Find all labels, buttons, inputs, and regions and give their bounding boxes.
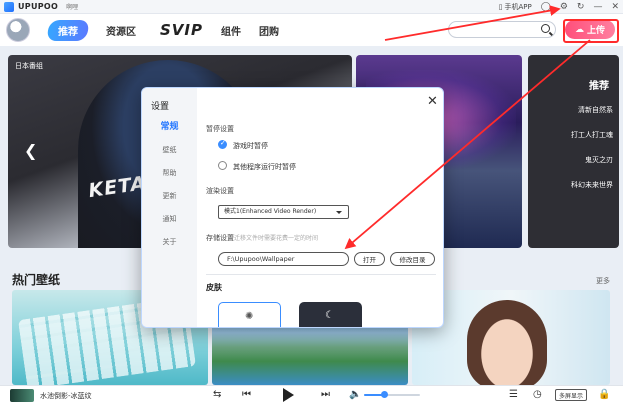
settings-nav-general[interactable]: 常规 bbox=[142, 119, 197, 132]
avatar[interactable] bbox=[6, 18, 30, 42]
banner-tag: 日本番组 bbox=[15, 62, 43, 70]
settings-gear-icon[interactable]: ⚙ bbox=[560, 0, 568, 14]
pause-on-game-label: 游戏时暂停 bbox=[233, 142, 268, 150]
settings-nav-update[interactable]: 更新 bbox=[142, 191, 197, 201]
clock-icon[interactable]: ◷ bbox=[533, 389, 542, 400]
search-icon[interactable] bbox=[541, 24, 550, 33]
now-playing-title: 水池倒影-冰蓝纹 bbox=[40, 392, 92, 400]
render-mode-select[interactable]: 模式1(Enhanced Video Render) bbox=[218, 205, 349, 219]
shuffle-icon[interactable]: ⇆ bbox=[213, 389, 221, 400]
pause-on-game-checkbox[interactable] bbox=[218, 139, 227, 149]
recommend-item[interactable]: 鬼灭之刃 bbox=[585, 155, 613, 165]
settings-nav-notify[interactable]: 通知 bbox=[142, 214, 197, 224]
pause-on-other-app-label: 其他程序运行时暂停 bbox=[233, 163, 296, 171]
recommend-item[interactable]: 科幻未来世界 bbox=[571, 180, 613, 190]
playlist-icon[interactable]: ☰ bbox=[509, 389, 518, 400]
settings-nav-about[interactable]: 关于 bbox=[142, 237, 197, 247]
settings-dialog: 设置 常规 壁纸 帮助 更新 通知 关于 ✕ 暂停设置 游戏时暂停 其他程序运行… bbox=[141, 87, 444, 328]
storage-hint: *迁移文件时需要花费一定的时间 bbox=[231, 235, 319, 242]
divider bbox=[206, 274, 436, 275]
hot-wallpaper-title: 热门壁纸 bbox=[12, 273, 61, 287]
close-icon[interactable]: ✕ bbox=[611, 0, 619, 14]
user-icon[interactable]: ◯ bbox=[541, 0, 551, 14]
volume-slider[interactable] bbox=[364, 391, 420, 398]
more-link[interactable]: 更多 bbox=[596, 276, 610, 286]
pause-group-label: 暂停设置 bbox=[206, 125, 234, 133]
settings-nav-help[interactable]: 帮助 bbox=[142, 168, 197, 178]
nav-tab-resources[interactable]: 资源区 bbox=[106, 23, 136, 38]
search-input[interactable] bbox=[448, 21, 556, 38]
render-group-label: 渲染设置 bbox=[206, 187, 234, 195]
moon-icon: ☾ bbox=[325, 310, 334, 321]
phone-icon: ▯ bbox=[498, 3, 503, 11]
phone-app-label: 手机APP bbox=[504, 3, 532, 11]
player-bar: 水池倒影-冰蓝纹 ⇆ ⏮ ⏭ 🔈 ☰ ◷ 多屏显示 🔒 bbox=[0, 385, 623, 404]
phone-app-button[interactable]: ▯ 手机APP bbox=[499, 2, 532, 12]
nav-tab-widgets[interactable]: 组件 bbox=[221, 23, 241, 38]
play-icon[interactable] bbox=[283, 388, 294, 402]
open-folder-button[interactable]: 打开 bbox=[354, 252, 385, 266]
portrait-art bbox=[467, 300, 547, 385]
pause-on-other-app-checkbox[interactable] bbox=[218, 161, 227, 170]
chevron-left-icon[interactable]: ❮ bbox=[24, 141, 37, 160]
recommend-item[interactable]: 清新自然系 bbox=[578, 105, 613, 115]
next-icon[interactable]: ⏭ bbox=[321, 389, 330, 400]
lock-icon[interactable]: 🔒 bbox=[598, 389, 610, 400]
recommend-item[interactable]: 打工人打工魂 bbox=[571, 130, 613, 140]
app-subtitle: 啊哩 bbox=[66, 4, 79, 11]
volume-icon[interactable]: 🔈 bbox=[349, 389, 361, 400]
multi-display-button[interactable]: 多屏显示 bbox=[555, 389, 587, 401]
settings-sidebar: 设置 常规 壁纸 帮助 更新 通知 关于 bbox=[142, 88, 197, 327]
close-icon[interactable]: ✕ bbox=[427, 95, 438, 108]
nav-tab-recommend[interactable]: 推荐 bbox=[46, 19, 90, 41]
minimize-icon[interactable]: — bbox=[593, 0, 602, 14]
nav-tab-svip[interactable]: SVIP bbox=[160, 21, 203, 39]
settings-nav-wallpaper[interactable]: 壁纸 bbox=[142, 145, 197, 155]
volume-handle[interactable] bbox=[381, 391, 388, 398]
skin-dark-option[interactable]: ☾ bbox=[299, 302, 362, 327]
sun-icon: ✺ bbox=[245, 311, 254, 322]
previous-icon[interactable]: ⏮ bbox=[242, 389, 251, 400]
settings-title: 设置 bbox=[151, 102, 170, 112]
nav-bar: 推荐 资源区 SVIP 组件 团购 ☁ 上传 bbox=[0, 14, 623, 46]
storage-path-field[interactable]: F:\Upupoo\Wallpaper bbox=[218, 252, 349, 266]
now-playing-thumb[interactable] bbox=[10, 389, 34, 402]
annotation-highlight-box bbox=[563, 19, 619, 43]
nav-tab-groupbuy[interactable]: 团购 bbox=[259, 23, 279, 38]
storage-group-label: 存储设置 bbox=[206, 234, 234, 242]
app-logo-icon bbox=[4, 1, 14, 12]
recommend-panel: 推荐 清新自然系 打工人打工魂 鬼灭之刃 科幻未来世界 bbox=[528, 55, 619, 248]
recommend-title: 推荐 bbox=[589, 81, 609, 92]
change-directory-button[interactable]: 修改目录 bbox=[390, 252, 435, 266]
skin-title: 皮肤 bbox=[206, 283, 222, 292]
skin-light-option[interactable]: ✺ bbox=[218, 302, 281, 327]
title-bar: UPUPOO 啊哩 ▯ 手机APP ◯ ⚙ ↻ — ✕ bbox=[0, 0, 623, 14]
refresh-icon[interactable]: ↻ bbox=[577, 0, 585, 14]
app-brand: UPUPOO bbox=[18, 2, 59, 11]
